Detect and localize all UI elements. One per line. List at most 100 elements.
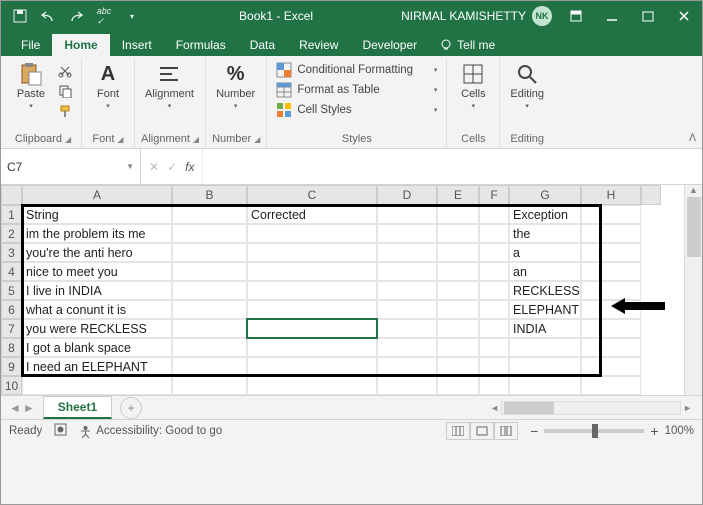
cell-D6[interactable]: [377, 300, 437, 319]
user-account[interactable]: NIRMAL KAMISHETTY NK: [401, 6, 558, 26]
column-header-E[interactable]: E: [437, 185, 479, 205]
row-header-5[interactable]: 5: [1, 281, 22, 300]
row-header-1[interactable]: 1: [1, 205, 22, 224]
zoom-in-button[interactable]: +: [650, 423, 658, 439]
cell-H2[interactable]: [581, 224, 641, 243]
cell-A2[interactable]: im the problem its me: [22, 224, 172, 243]
cell-F8[interactable]: [479, 338, 509, 357]
cell-G6[interactable]: ELEPHANT: [509, 300, 581, 319]
cell-A1[interactable]: String: [22, 205, 172, 224]
cell-D10[interactable]: [377, 376, 437, 395]
cell-D1[interactable]: [377, 205, 437, 224]
collapse-ribbon-button[interactable]: ᐱ: [689, 133, 696, 144]
maximize-button[interactable]: [630, 1, 666, 31]
minimize-button[interactable]: [594, 1, 630, 31]
editing-button[interactable]: Editing ▾: [506, 60, 548, 112]
macro-record-icon[interactable]: [54, 423, 67, 439]
conditional-formatting-button[interactable]: Conditional Formatting▾: [273, 60, 440, 80]
redo-button[interactable]: [65, 5, 87, 27]
row-header-3[interactable]: 3: [1, 243, 22, 262]
fx-icon[interactable]: fx: [185, 160, 194, 174]
alignment-button[interactable]: Alignment ▾: [141, 60, 198, 112]
select-all-corner[interactable]: [1, 185, 22, 205]
font-dialog-launcher[interactable]: ◢: [117, 135, 123, 144]
cell-B2[interactable]: [172, 224, 247, 243]
cell-G1[interactable]: Exception: [509, 205, 581, 224]
number-dialog-launcher[interactable]: ◢: [254, 135, 260, 144]
tab-data[interactable]: Data: [238, 34, 287, 56]
cell-B7[interactable]: [172, 319, 247, 338]
cell-E1[interactable]: [437, 205, 479, 224]
cell-E5[interactable]: [437, 281, 479, 300]
column-header-G[interactable]: G: [509, 185, 581, 205]
paste-button[interactable]: Paste ▾: [11, 60, 51, 112]
copy-button[interactable]: [55, 82, 75, 100]
qat-customize-button[interactable]: ▾: [121, 5, 143, 27]
sheet-prev-button[interactable]: ◄: [9, 401, 21, 415]
tab-developer[interactable]: Developer: [350, 34, 429, 56]
cell-D5[interactable]: [377, 281, 437, 300]
save-button[interactable]: [9, 5, 31, 27]
close-button[interactable]: [666, 1, 702, 31]
cell-F7[interactable]: [479, 319, 509, 338]
cancel-formula-button[interactable]: ✕: [149, 160, 159, 174]
alignment-dialog-launcher[interactable]: ◢: [193, 135, 199, 144]
cell-B1[interactable]: [172, 205, 247, 224]
name-box[interactable]: C7 ▼: [1, 149, 141, 184]
cell-B5[interactable]: [172, 281, 247, 300]
cell-A4[interactable]: nice to meet you: [22, 262, 172, 281]
cell-E2[interactable]: [437, 224, 479, 243]
cell-F6[interactable]: [479, 300, 509, 319]
column-header-D[interactable]: D: [377, 185, 437, 205]
ribbon-options-button[interactable]: [558, 1, 594, 31]
cell-E7[interactable]: [437, 319, 479, 338]
autocorrect-icon[interactable]: abc✓: [93, 5, 115, 27]
row-header-8[interactable]: 8: [1, 338, 22, 357]
sheet-next-button[interactable]: ►: [23, 401, 35, 415]
vertical-scrollbar[interactable]: ▲: [684, 185, 702, 395]
cell-B4[interactable]: [172, 262, 247, 281]
cell-B3[interactable]: [172, 243, 247, 262]
cut-button[interactable]: [55, 62, 75, 80]
cell-D9[interactable]: [377, 357, 437, 376]
page-break-view-button[interactable]: [494, 422, 518, 440]
accept-formula-button[interactable]: ✓: [167, 160, 177, 174]
row-header-7[interactable]: 7: [1, 319, 22, 338]
normal-view-button[interactable]: [446, 422, 470, 440]
tab-file[interactable]: File: [9, 34, 52, 56]
tab-formulas[interactable]: Formulas: [164, 34, 238, 56]
cell-C9[interactable]: [247, 357, 377, 376]
undo-button[interactable]: [37, 5, 59, 27]
cell-A6[interactable]: what a conunt it is: [22, 300, 172, 319]
cell-A8[interactable]: I got a blank space: [22, 338, 172, 357]
tell-me-button[interactable]: Tell me: [429, 34, 505, 56]
cell-F2[interactable]: [479, 224, 509, 243]
cell-H1[interactable]: [581, 205, 641, 224]
cell-F5[interactable]: [479, 281, 509, 300]
cell-C1[interactable]: Corrected: [247, 205, 377, 224]
cell-A7[interactable]: you were RECKLESS: [22, 319, 172, 338]
column-header-H[interactable]: H: [581, 185, 641, 205]
cell-F4[interactable]: [479, 262, 509, 281]
format-painter-button[interactable]: [55, 102, 75, 120]
cell-G10[interactable]: [509, 376, 581, 395]
cell-B6[interactable]: [172, 300, 247, 319]
cell-C2[interactable]: [247, 224, 377, 243]
cell-H4[interactable]: [581, 262, 641, 281]
cell-E8[interactable]: [437, 338, 479, 357]
cell-G8[interactable]: [509, 338, 581, 357]
cell-D8[interactable]: [377, 338, 437, 357]
formula-bar-input[interactable]: [203, 149, 702, 184]
cell-F9[interactable]: [479, 357, 509, 376]
clipboard-dialog-launcher[interactable]: ◢: [65, 135, 71, 144]
cell-C4[interactable]: [247, 262, 377, 281]
cell-G7[interactable]: INDIA: [509, 319, 581, 338]
cell-G3[interactable]: a: [509, 243, 581, 262]
row-header-4[interactable]: 4: [1, 262, 22, 281]
cell-D4[interactable]: [377, 262, 437, 281]
cell-D7[interactable]: [377, 319, 437, 338]
cell-C6[interactable]: [247, 300, 377, 319]
column-header-A[interactable]: A: [22, 185, 172, 205]
cell-G4[interactable]: an: [509, 262, 581, 281]
cell-C8[interactable]: [247, 338, 377, 357]
